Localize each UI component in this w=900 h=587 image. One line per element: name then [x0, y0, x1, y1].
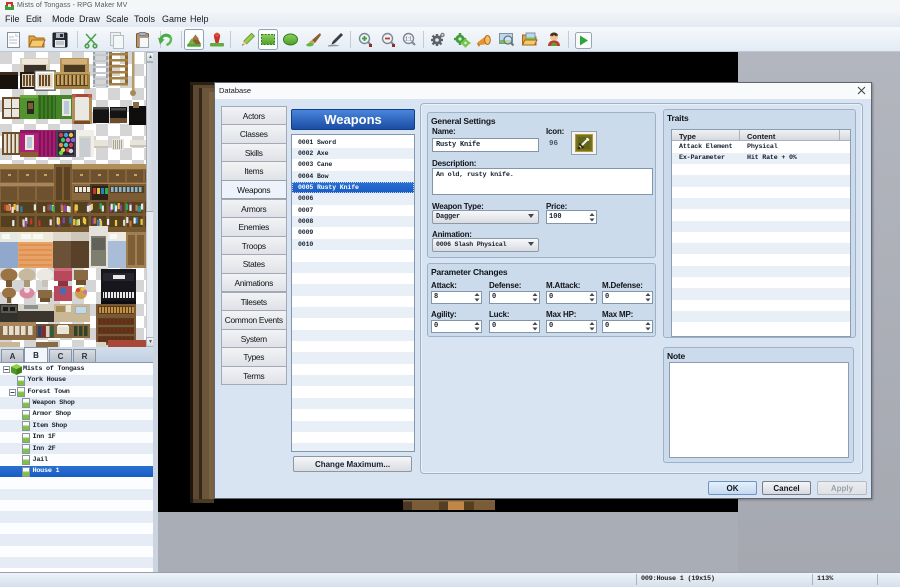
- svg-text:1:1: 1:1: [405, 37, 412, 43]
